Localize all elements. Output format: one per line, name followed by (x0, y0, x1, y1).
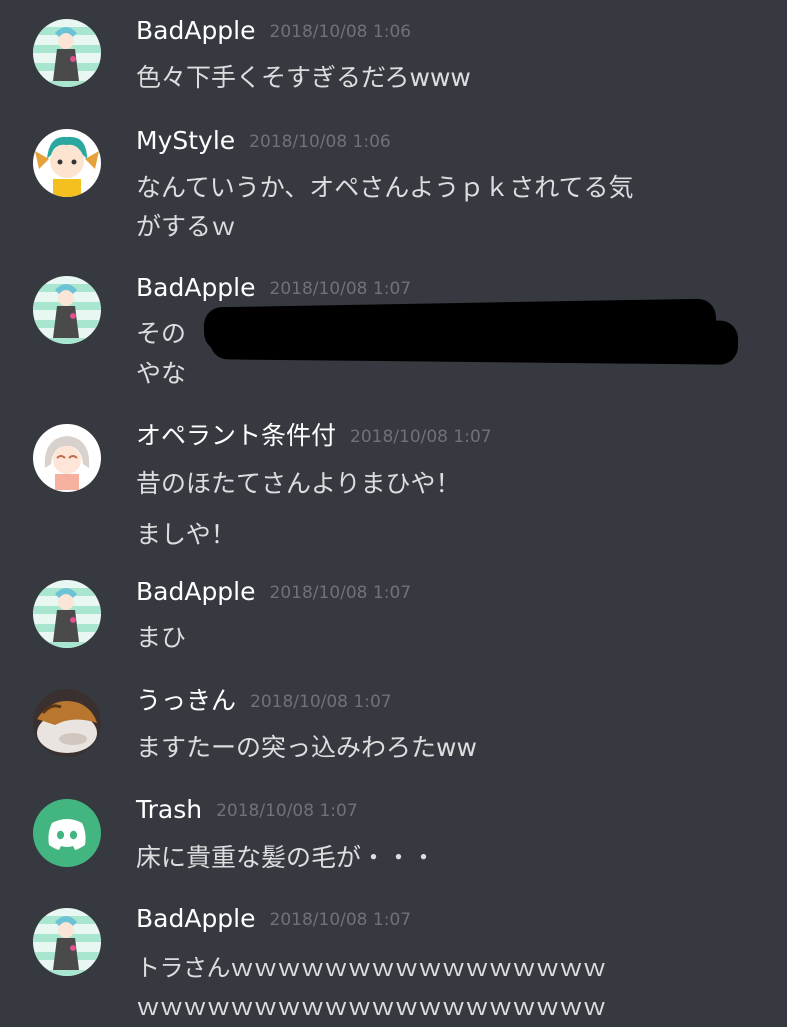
message-text: 昔のほたてさんよりまひや！ (136, 469, 461, 498)
badapple-avatar-icon[interactable] (33, 19, 101, 87)
discord-logo-icon[interactable] (33, 799, 101, 867)
mystyle-avatar-icon[interactable] (33, 129, 101, 197)
badapple-avatar-icon[interactable] (33, 580, 101, 648)
ukkin-avatar-icon[interactable] (33, 689, 101, 757)
badapple-avatar-icon[interactable] (33, 908, 101, 976)
timestamp: 2018/10/08 1:07 (216, 801, 358, 821)
message-text: ますたーの突っ込みわろたww (136, 733, 477, 762)
timestamp: 2018/10/08 1:06 (269, 22, 412, 42)
message-text: 床に貴重な髪の毛が・・・ (136, 843, 437, 872)
redaction-mark (209, 315, 739, 365)
author-name[interactable]: うっきん 2018/10/08 1:07 (136, 686, 392, 717)
author-name[interactable]: Trash 2018/10/08 1:07 (136, 795, 358, 826)
author-name[interactable]: BadApple 2018/10/08 1:07 (136, 273, 411, 304)
message-text: まひ (136, 623, 187, 652)
message-text: やな (136, 359, 187, 388)
message-text: ｗｗｗｗｗｗｗｗｗｗｗｗｗｗｗｗｗｗｗｗ (136, 993, 607, 1021)
timestamp: 2018/10/08 1:07 (269, 583, 412, 603)
author-name[interactable]: BadApple 2018/10/08 1:07 (136, 904, 411, 935)
message-text: ましや！ (136, 520, 236, 549)
timestamp: 2018/10/08 1:06 (249, 132, 391, 152)
message-text: トラさんｗｗｗｗｗｗｗｗｗｗｗｗｗｗｗｗ (136, 954, 607, 982)
author-name[interactable]: MyStyle 2018/10/08 1:06 (136, 126, 391, 157)
message-text: がするｗ (136, 212, 237, 241)
operant-avatar-icon[interactable] (33, 424, 101, 492)
message-text: その (136, 319, 187, 348)
badapple-avatar-icon[interactable] (33, 276, 101, 344)
author-name[interactable]: BadApple 2018/10/08 1:07 (136, 577, 411, 608)
timestamp: 2018/10/08 1:07 (269, 910, 412, 930)
author-name[interactable]: BadApple 2018/10/08 1:06 (136, 16, 411, 47)
timestamp: 2018/10/08 1:07 (269, 279, 412, 299)
timestamp: 2018/10/08 1:07 (250, 692, 392, 712)
message-text: 色々下手くそすぎるだろwww (136, 63, 471, 92)
timestamp: 2018/10/08 1:07 (350, 427, 492, 447)
message-text: なんていうか、オペさんようｐｋされてる気 (136, 173, 634, 202)
author-name[interactable]: オペラント条件付 2018/10/08 1:07 (136, 421, 492, 452)
